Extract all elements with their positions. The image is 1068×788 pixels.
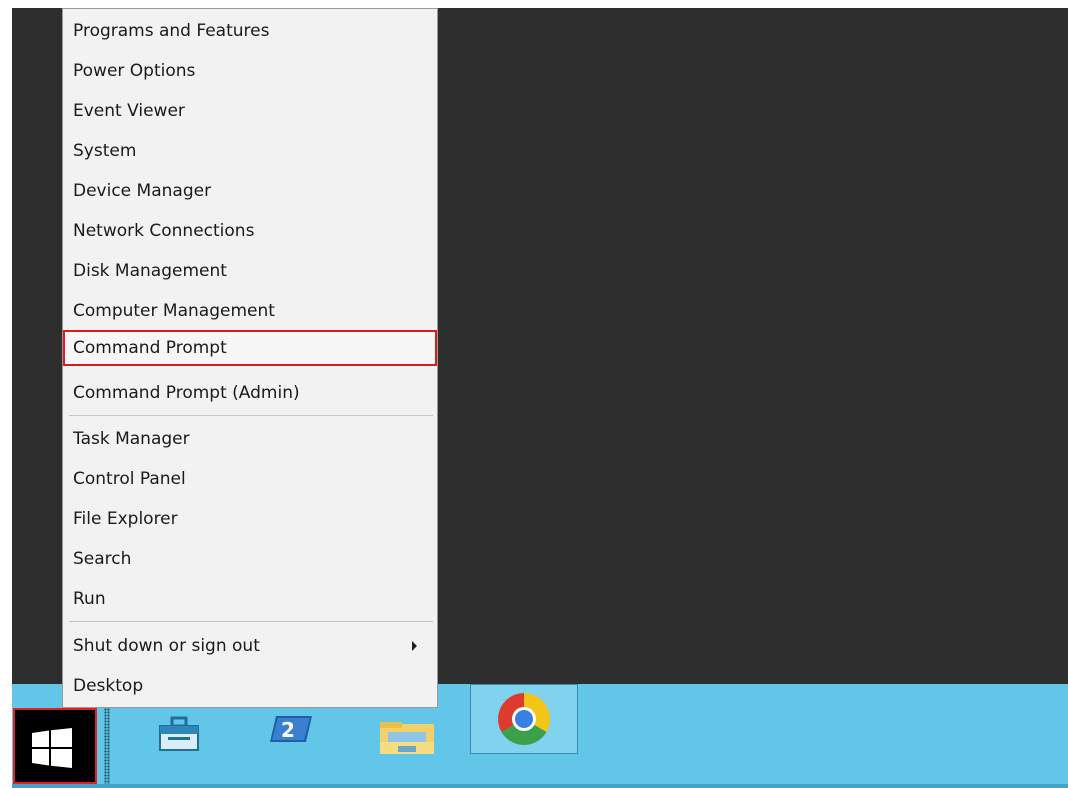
menu-item-label: Device Manager bbox=[73, 181, 212, 201]
menu-item-event-viewer[interactable]: Event Viewer bbox=[63, 93, 437, 129]
menu-item-computer-management[interactable]: Computer Management bbox=[63, 293, 437, 329]
menu-item-shut-down-or-sign-out[interactable]: Shut down or sign out bbox=[63, 628, 437, 664]
server-manager-icon bbox=[159, 716, 199, 751]
menu-item-task-manager[interactable]: Task Manager bbox=[63, 421, 437, 457]
taskbar-grip[interactable] bbox=[104, 708, 110, 784]
server-manager-button[interactable] bbox=[152, 708, 212, 760]
menu-item-system[interactable]: System bbox=[63, 133, 437, 169]
menu-item-label: File Explorer bbox=[73, 509, 178, 529]
chrome-button[interactable] bbox=[470, 684, 578, 754]
menu-item-search[interactable]: Search bbox=[63, 541, 437, 577]
menu-item-file-explorer[interactable]: File Explorer bbox=[63, 501, 437, 537]
menu-item-command-prompt-admin[interactable]: Command Prompt (Admin) bbox=[63, 375, 437, 411]
menu-item-label: Run bbox=[73, 589, 106, 609]
file-explorer-button[interactable] bbox=[376, 708, 436, 760]
menu-item-command-prompt[interactable]: Command Prompt bbox=[63, 330, 437, 366]
menu-item-label: Task Manager bbox=[73, 429, 190, 449]
powershell-button[interactable]: 2 bbox=[262, 708, 322, 760]
menu-item-label: System bbox=[73, 141, 137, 161]
menu-item-label: Command Prompt bbox=[73, 338, 227, 358]
menu-item-network-connections[interactable]: Network Connections bbox=[63, 213, 437, 249]
menu-item-label: Event Viewer bbox=[73, 101, 185, 121]
file-explorer-icon bbox=[380, 722, 434, 754]
menu-item-programs-and-features[interactable]: Programs and Features bbox=[63, 13, 437, 49]
menu-item-label: Command Prompt (Admin) bbox=[73, 383, 300, 403]
svg-text:2: 2 bbox=[281, 718, 295, 742]
start-button[interactable] bbox=[13, 708, 97, 784]
menu-separator bbox=[69, 621, 433, 622]
powershell-icon: 2 bbox=[270, 716, 312, 742]
menu-item-label: Desktop bbox=[73, 676, 144, 696]
chrome-icon bbox=[498, 693, 550, 745]
menu-item-control-panel[interactable]: Control Panel bbox=[63, 461, 437, 497]
menu-item-label: Network Connections bbox=[73, 221, 255, 241]
menu-item-label: Programs and Features bbox=[73, 21, 270, 41]
menu-item-label: Search bbox=[73, 549, 132, 569]
taskbar-bottom-edge bbox=[12, 784, 1068, 788]
menu-item-label: Shut down or sign out bbox=[73, 636, 260, 656]
menu-item-desktop[interactable]: Desktop bbox=[63, 668, 437, 704]
menu-item-device-manager[interactable]: Device Manager bbox=[63, 173, 437, 209]
menu-item-label: Power Options bbox=[73, 61, 196, 81]
menu-item-disk-management[interactable]: Disk Management bbox=[63, 253, 437, 289]
menu-item-label: Computer Management bbox=[73, 301, 275, 321]
menu-item-run[interactable]: Run bbox=[63, 581, 437, 617]
windows-logo-icon bbox=[32, 728, 72, 768]
submenu-arrow-icon bbox=[412, 641, 417, 651]
menu-item-label: Control Panel bbox=[73, 469, 186, 489]
menu-item-power-options[interactable]: Power Options bbox=[63, 53, 437, 89]
menu-item-label: Disk Management bbox=[73, 261, 227, 281]
menu-separator bbox=[69, 415, 433, 416]
winx-context-menu: Programs and Features Power Options Even… bbox=[62, 8, 438, 708]
